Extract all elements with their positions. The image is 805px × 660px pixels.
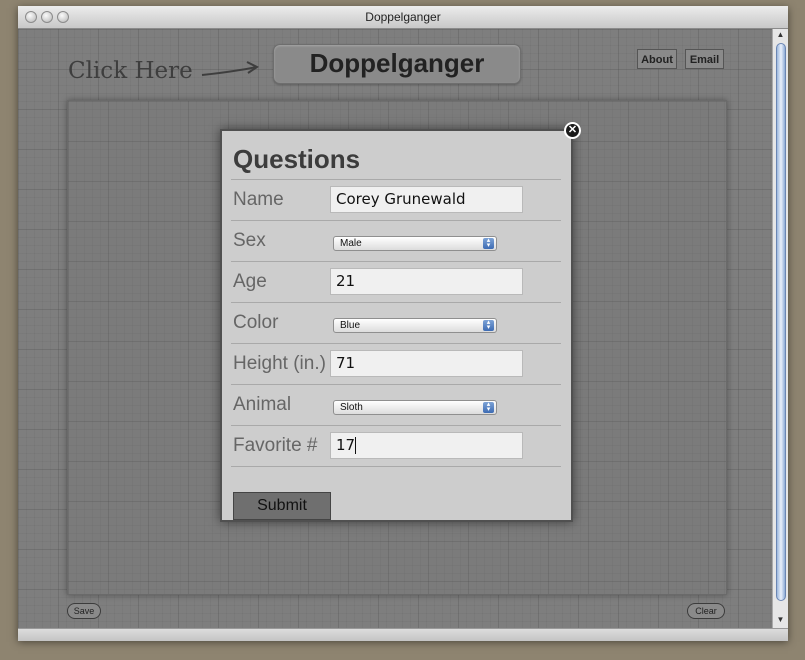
- row-divider: [231, 466, 561, 467]
- age-field[interactable]: 21: [330, 268, 523, 295]
- scroll-down-arrow-icon[interactable]: ▼: [776, 615, 785, 624]
- name-field[interactable]: Corey Grunewald: [330, 186, 523, 213]
- title-bar: Doppelganger: [18, 6, 788, 29]
- updown-arrows-icon: ▴ ▾: [483, 401, 494, 413]
- age-label: Age: [233, 271, 267, 292]
- dialog-title: Questions: [233, 144, 361, 174]
- color-row: Color Blue ▴ ▾: [231, 302, 561, 344]
- status-bar: [18, 628, 788, 641]
- favorite-number-field[interactable]: 17: [330, 432, 523, 459]
- scroll-up-arrow-icon[interactable]: ▲: [776, 30, 785, 39]
- age-row: Age 21: [231, 261, 561, 303]
- scroll-thumb[interactable]: [776, 43, 786, 601]
- sex-select[interactable]: Male ▴ ▾: [333, 236, 497, 251]
- animal-select-value: Sloth: [340, 402, 363, 413]
- logo-button[interactable]: Doppelganger: [273, 44, 521, 84]
- animal-row: Animal Sloth ▴ ▾: [231, 384, 561, 426]
- favorite-number-label: Favorite #: [233, 435, 318, 456]
- text-cursor: [355, 437, 357, 454]
- close-icon[interactable]: ✕: [564, 122, 581, 139]
- animal-select[interactable]: Sloth ▴ ▾: [333, 400, 497, 415]
- submit-button[interactable]: Submit: [233, 492, 331, 520]
- questions-dialog: Questions Name Corey Grunewald Sex Male …: [220, 129, 573, 522]
- about-button[interactable]: About: [637, 49, 677, 69]
- favorite-number-row: Favorite # 17: [231, 425, 561, 467]
- updown-arrows-icon: ▴ ▾: [483, 319, 494, 331]
- favorite-number-value: 17: [336, 436, 356, 454]
- arrow-icon: [201, 61, 259, 76]
- logo-text: Doppelganger: [309, 48, 485, 78]
- sex-select-value: Male: [340, 238, 362, 249]
- animal-label: Animal: [233, 394, 292, 415]
- page-content: Click Here Doppelganger About Email Ques…: [18, 29, 772, 629]
- color-select[interactable]: Blue ▴ ▾: [333, 318, 497, 333]
- email-button[interactable]: Email: [685, 49, 724, 69]
- window-title: Doppelganger: [365, 10, 441, 24]
- vertical-scrollbar[interactable]: ▲ ▼: [772, 29, 788, 629]
- name-row: Name Corey Grunewald: [231, 179, 561, 221]
- sex-label: Sex: [233, 230, 266, 251]
- color-select-value: Blue: [340, 320, 361, 331]
- click-here-label[interactable]: Click Here: [68, 58, 193, 84]
- clear-button[interactable]: Clear: [687, 603, 725, 619]
- height-field[interactable]: 71: [330, 350, 523, 377]
- updown-arrows-icon: ▴ ▾: [483, 237, 494, 249]
- height-row: Height (in.) 71: [231, 343, 561, 385]
- color-label: Color: [233, 312, 279, 333]
- height-label: Height (in.): [233, 353, 326, 374]
- name-label: Name: [233, 189, 284, 210]
- sex-row: Sex Male ▴ ▾: [231, 220, 561, 262]
- save-button[interactable]: Save: [67, 603, 101, 619]
- app-window: Doppelganger Click Here Doppelganger Abo…: [18, 6, 788, 641]
